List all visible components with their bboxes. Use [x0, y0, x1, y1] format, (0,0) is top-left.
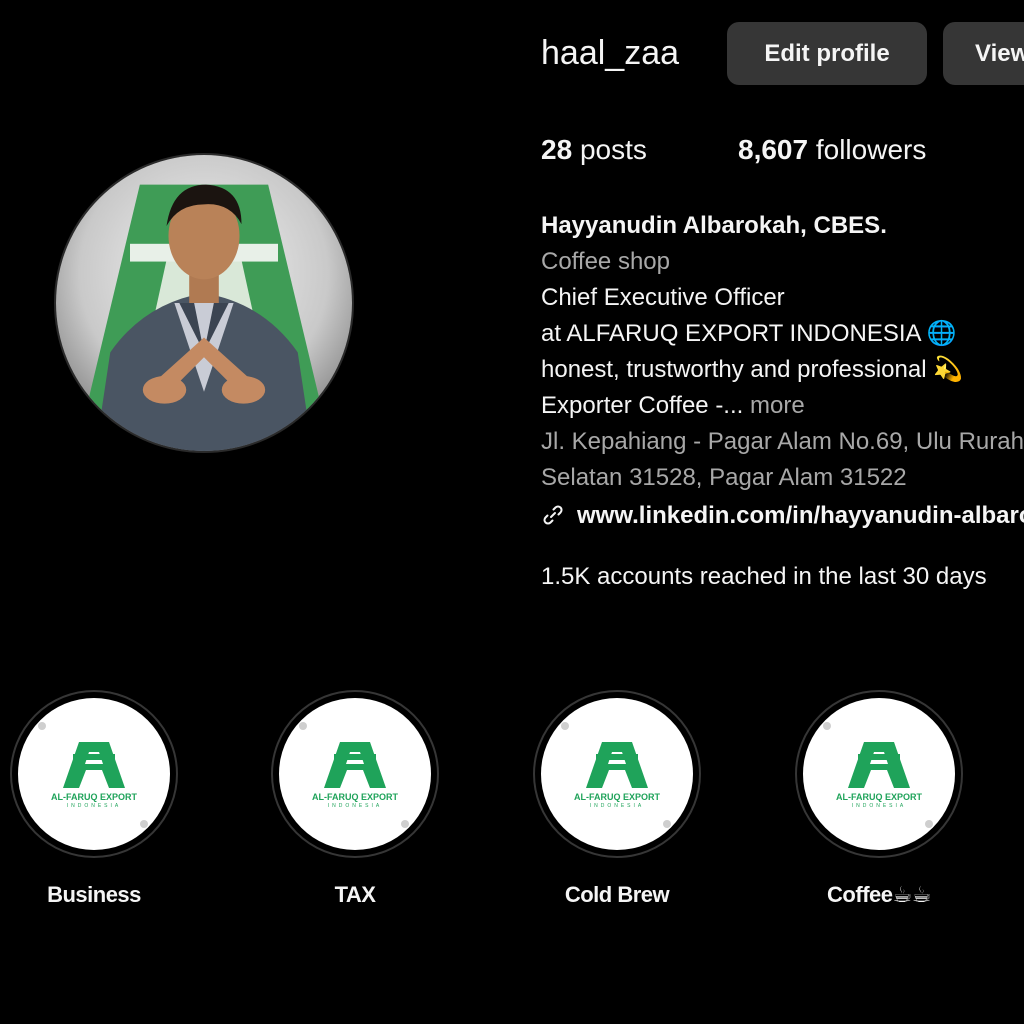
highlight-label: TAX: [334, 882, 376, 907]
posts-label: posts: [579, 134, 647, 165]
posts-count: 28: [541, 134, 573, 165]
accounts-reached[interactable]: 1.5K accounts reached in the last 30 day…: [541, 563, 1024, 591]
highlight-cover[interactable]: AL-FARUQ EXPORT INDONESIA: [271, 690, 439, 858]
logo-text: AL-FARUQ EXPORT: [50, 791, 137, 802]
username: haal_zaa: [541, 34, 680, 72]
highlight-cover[interactable]: AL-FARUQ EXPORT INDONESIA: [10, 690, 178, 858]
logo-text: AL-FARUQ EXPORT: [835, 791, 922, 802]
highlight-label: Coffee☕☕: [827, 882, 931, 907]
logo-subtext: INDONESIA: [589, 802, 645, 809]
bio-line-3: honest, trustworthy and professional 💫: [541, 356, 964, 383]
address-line-2[interactable]: Selatan 31528, Pagar Alam 31522: [541, 460, 1024, 496]
highlight-cover[interactable]: AL-FARUQ EXPORT INDONESIA: [533, 690, 701, 858]
logo-text: AL-FARUQ EXPORT: [311, 791, 398, 802]
dot: [140, 820, 148, 828]
dot: [401, 820, 409, 828]
avatar-photo: [56, 155, 352, 451]
full-name: Hayyanudin Albarokah, CBES.: [541, 212, 887, 239]
profile-page: haal_zaa Edit profile View archive 28 po…: [0, 0, 1024, 1024]
alfaruq-logo-icon: [848, 741, 910, 788]
bio: Hayyanudin Albarokah, CBES. Coffee shop …: [541, 208, 1024, 534]
highlight-cover[interactable]: AL-FARUQ EXPORT INDONESIA: [795, 690, 963, 858]
bio-line-4: Exporter Coffee -... more: [541, 388, 1024, 424]
dot: [38, 722, 46, 730]
highlight-label: Cold Brew: [564, 882, 670, 907]
alfaruq-logo-icon: [586, 741, 648, 788]
more-link[interactable]: more: [750, 392, 805, 419]
followers-count: 8,607: [738, 134, 809, 165]
link-icon: [541, 503, 565, 529]
followers-stat[interactable]: 8,607 followers: [738, 134, 926, 166]
logo-subtext: INDONESIA: [66, 802, 122, 809]
address-line-1[interactable]: Jl. Kepahiang - Pagar Alam No.69, Ulu Ru…: [541, 424, 1024, 460]
highlight-label: Business: [47, 882, 141, 907]
bio-line-1: Chief Executive Officer: [541, 284, 785, 311]
alfaruq-logo-icon: [324, 741, 386, 788]
highlight-coffee[interactable]: AL-FARUQ EXPORT INDONESIA Coffee☕☕: [795, 690, 963, 908]
website-link-text: www.linkedin.com/in/hayyanudin-albarokah: [577, 502, 1024, 529]
logo-subtext: INDONESIA: [851, 802, 907, 809]
category-label: Coffee shop: [541, 248, 670, 275]
logo-subtext: INDONESIA: [327, 802, 383, 809]
posts-stat[interactable]: 28 posts: [541, 134, 647, 166]
view-archive-button[interactable]: View archive: [943, 22, 1024, 85]
followers-label: followers: [815, 134, 927, 165]
highlight-business[interactable]: AL-FARUQ EXPORT INDONESIA Business: [10, 690, 178, 908]
dot: [299, 722, 307, 730]
dot: [823, 722, 831, 730]
logo-text: AL-FARUQ EXPORT: [573, 791, 660, 802]
highlight-cold-brew[interactable]: AL-FARUQ EXPORT INDONESIA Cold Brew: [533, 690, 701, 908]
avatar[interactable]: [54, 153, 354, 453]
alfaruq-logo-icon: [63, 741, 125, 788]
website-link[interactable]: www.linkedin.com/in/hayyanudin-albarokah: [541, 498, 1024, 534]
edit-profile-button[interactable]: Edit profile: [727, 22, 927, 85]
highlight-tax[interactable]: AL-FARUQ EXPORT INDONESIA TAX: [271, 690, 439, 908]
bio-line-4-text: Exporter Coffee -...: [541, 392, 744, 419]
dot: [663, 820, 671, 828]
dot: [925, 820, 933, 828]
dot: [561, 722, 569, 730]
bio-line-2: at ALFARUQ EXPORT INDONESIA 🌐: [541, 320, 957, 347]
